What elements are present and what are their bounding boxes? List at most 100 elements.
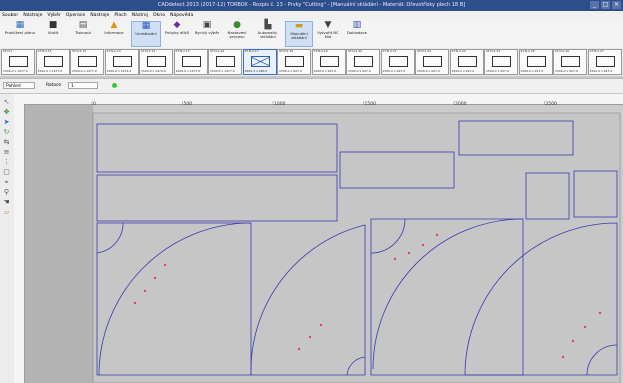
- marker: [561, 355, 565, 359]
- marker: [143, 289, 147, 293]
- menu-item-plach[interactable]: Plach: [114, 11, 126, 20]
- marker: [133, 301, 137, 305]
- marker: [153, 276, 157, 280]
- sheet-strip-scrollbar[interactable]: [0, 76, 623, 78]
- menu-item-nastroje-2[interactable]: Nastroje: [90, 11, 109, 20]
- menu-item-nastroje[interactable]: Nástroje: [23, 11, 42, 20]
- sheet-thumbnail[interactable]: ST.N.2.25 1500.0 x 927.0: [518, 49, 553, 75]
- sheet-thumbnail[interactable]: ST.N.2.20 1500.0 x 927.0: [346, 49, 380, 75]
- menu-item-soubor[interactable]: Soubor: [2, 11, 18, 20]
- sheet-size: 1500.0 x 927.0: [279, 69, 302, 74]
- menu-bar: Soubor Nástroje Výběr Operace Nastroje P…: [0, 11, 623, 20]
- save-button[interactable]: ■ Uložit: [40, 21, 66, 47]
- snap-icon[interactable]: ⌖: [2, 178, 11, 186]
- menu-item-operace[interactable]: Operace: [66, 11, 85, 20]
- menu-item-vyber[interactable]: Výběr: [47, 11, 60, 20]
- quick-select-icon: ▣: [202, 20, 212, 30]
- nesting-canvas[interactable]: [25, 105, 623, 383]
- fit-icon[interactable]: ▢: [2, 168, 11, 176]
- select-icon[interactable]: ➤: [2, 118, 11, 126]
- sheet-thumbnail[interactable]: ST.N.2.11 1500.0 x 1477.0: [35, 49, 70, 75]
- grid-icon: ▦: [141, 21, 151, 31]
- distribute-icon[interactable]: ⋮: [2, 158, 11, 166]
- align-icon[interactable]: ≡: [2, 148, 11, 156]
- placement-button[interactable]: ▦ Umisťování: [131, 21, 161, 47]
- sheet-size: 1500.0 x 927.0: [520, 69, 544, 74]
- sheet-thumbnail[interactable]: ST.N.2.24 1500.0 x 927.0: [484, 49, 518, 75]
- sheet-preview: [78, 56, 97, 67]
- sheet-id: ST.N.1: [3, 49, 13, 53]
- sheet-thumbnail[interactable]: ST.N.2.15 1500.0 x 1477.0: [173, 49, 208, 75]
- nc-code-button[interactable]: ▼ Vytvořit NC kód: [315, 21, 341, 47]
- sheet-preview: [526, 56, 546, 67]
- move-parts-button[interactable]: ◆ Pohyby dílků: [164, 21, 190, 47]
- pointer-icon[interactable]: ↖: [2, 98, 11, 106]
- sheet-thumbnail[interactable]: ST.N.2.21 1500.0 x 927.0: [380, 49, 415, 75]
- manual-nest-button[interactable]: ▬ Manuální skládání: [285, 21, 313, 47]
- rotate-icon[interactable]: ↻: [2, 128, 11, 136]
- sheet-thumbnail[interactable]: ST.N.2.26 1500.0 x 927.0: [553, 49, 587, 75]
- sheet-preview: [423, 56, 442, 67]
- preview-button[interactable]: ▦ Prohlížení plánu: [4, 21, 36, 47]
- sheet-thumbnail[interactable]: ST.N.2.13 1500.0 x 1474.0: [104, 49, 139, 75]
- left-toolbar: ↖ ✥ ➤ ↻ ⇆ ≡ ⋮ ▢ ⌖ ⚲ ☚ ▱: [0, 94, 15, 383]
- process-settings-label: Nastavení procesu: [227, 30, 247, 40]
- quick-select-button[interactable]: ▣ Rychlý výběr: [193, 21, 221, 47]
- sheet-preview: [250, 56, 270, 67]
- status-indicator-icon: [112, 83, 117, 88]
- maximize-button[interactable]: □: [601, 1, 610, 9]
- print-button[interactable]: ▤ Tisknout: [70, 21, 96, 47]
- sheet-preview: [216, 56, 235, 67]
- sheet-thumbnail[interactable]: ST.N.2.14 1500.0 x 1474.0: [139, 49, 173, 75]
- quick-select-label: Rychlý výběr: [194, 30, 220, 35]
- sheet-thumbnail[interactable]: ST.N.2.16 1500.0 x 1477.0: [208, 49, 242, 75]
- minimize-button[interactable]: _: [590, 1, 599, 9]
- settings-icon: ●: [233, 20, 241, 30]
- info-label: Informace: [104, 30, 124, 35]
- measure-icon[interactable]: ▱: [2, 208, 11, 216]
- info-button[interactable]: ▲ Informace: [100, 21, 128, 47]
- print-label: Tisknout: [74, 30, 92, 35]
- menu-item-nastroj[interactable]: Nástroj: [132, 11, 148, 20]
- sheet-preview: [492, 56, 511, 67]
- view-mode-select[interactable]: Pohled: [3, 82, 35, 89]
- sheet-size: 1500.0 x 927.0: [382, 69, 406, 74]
- zoom-icon[interactable]: ⚲: [2, 188, 11, 196]
- sheet-thumbnail[interactable]: ST.N.2.12 1500.0 x 1477.0: [70, 49, 104, 75]
- move-icon[interactable]: ✥: [2, 108, 11, 116]
- auto-nest-button[interactable]: ▙ Automatic. skládání: [253, 21, 283, 47]
- process-settings-button[interactable]: ● Nastavení procesu: [223, 21, 251, 47]
- preview-icon: ▦: [15, 20, 25, 30]
- sheet-size: 1500.0 x 1477.0: [210, 69, 235, 74]
- sheet-thumbnail[interactable]: ST.N.2.18 1500.0 x 927.0: [277, 49, 311, 75]
- sheet-preview: [285, 56, 304, 67]
- marker: [421, 243, 425, 247]
- sheet-id: ST.N.2.13: [106, 49, 121, 53]
- sheet-preview: [147, 56, 166, 67]
- menu-item-napoveda[interactable]: Nápověda: [170, 11, 193, 20]
- print-icon: ▤: [78, 20, 88, 30]
- sheet-left-margin: [25, 105, 93, 383]
- sheet-thumbnail[interactable]: ST.N.2.23 1500.0 x 927.0: [449, 49, 484, 75]
- sheet-thumbnail[interactable]: ST.N.2.17 1884.4 x 280.0: [242, 49, 277, 75]
- manual-nest-label: Manuální skládání: [290, 31, 308, 41]
- document-button[interactable]: ▥ Dokladace: [344, 21, 370, 47]
- sheet-thumbnail[interactable]: ST.N.1 1500.0 x 1477.0: [1, 49, 35, 75]
- pan-icon[interactable]: ☚: [2, 198, 11, 206]
- menu-item-okno[interactable]: Okno: [153, 11, 165, 20]
- sheet-thumbnail[interactable]: ST.N.2.22 1500.0 x 927.0: [415, 49, 449, 75]
- rotation-input[interactable]: 1: [68, 82, 98, 89]
- manual-nest-icon: ▬: [294, 21, 304, 31]
- sheet-id: ST.N.2.11: [37, 49, 52, 53]
- marker: [297, 347, 301, 351]
- sheet-thumbnail[interactable]: ST.N.2.19 1500.0 x 927.0: [311, 49, 346, 75]
- close-button[interactable]: ×: [612, 1, 621, 9]
- marker: [393, 257, 397, 261]
- nc-code-label: Vytvořit NC kód: [317, 30, 339, 40]
- sheet-thumbnail[interactable]: ST.N.2.27 1500.0 x 927.0: [587, 49, 622, 75]
- sheet-id: ST.N.2.19: [313, 49, 328, 53]
- marker: [598, 311, 602, 315]
- sheet-size: 1500.0 x 927.0: [486, 69, 509, 74]
- sheet-size: 1500.0 x 927.0: [589, 69, 613, 74]
- mirror-icon[interactable]: ⇆: [2, 138, 11, 146]
